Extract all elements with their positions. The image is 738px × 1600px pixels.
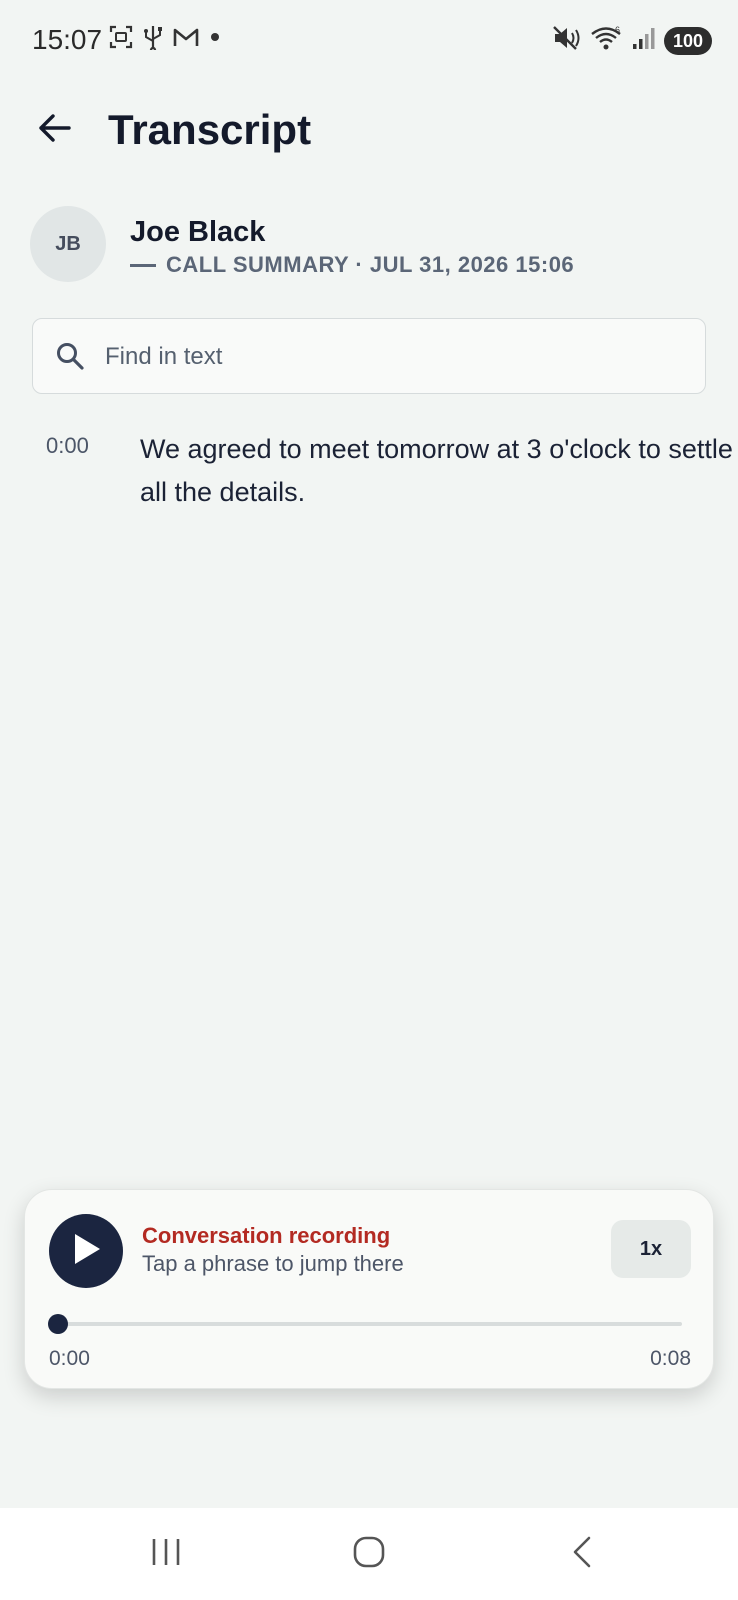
player-subtitle: Tap a phrase to jump there — [142, 1251, 404, 1276]
recent-apps-button[interactable] — [136, 1530, 196, 1578]
audio-player-card: Conversation recording Tap a phrase to j… — [24, 1189, 714, 1389]
back-icon — [570, 1535, 594, 1574]
player-title: Conversation recording — [142, 1223, 391, 1248]
contact-name: Joe Black — [130, 216, 266, 248]
signal-icon — [632, 25, 656, 56]
page-title: Transcript — [108, 106, 312, 153]
wifi-icon: 6 — [590, 24, 624, 57]
progress-thumb[interactable] — [48, 1314, 68, 1334]
battery-indicator: 100 — [663, 26, 712, 55]
app-bar: Transcript — [0, 92, 738, 172]
status-bar: 15:07 6 100 — [0, 0, 738, 80]
contact-header: JB Joe Black CALL SUMMARY · JUL 31, 2026… — [30, 206, 720, 286]
mute-icon — [552, 25, 582, 56]
line-timestamp[interactable]: 0:00 — [46, 433, 89, 459]
status-left-icons — [108, 24, 222, 55]
progress-slider[interactable] — [48, 1314, 682, 1334]
dot-icon — [208, 30, 222, 49]
recent-apps-icon — [149, 1537, 183, 1572]
total-time: 0:08 — [650, 1347, 691, 1370]
home-button[interactable] — [339, 1530, 399, 1578]
status-time: 15:07 — [32, 24, 103, 55]
svg-text:6: 6 — [615, 25, 620, 35]
search-box[interactable] — [32, 318, 706, 394]
dash-icon — [130, 263, 156, 267]
usb-icon — [142, 24, 164, 55]
arrow-left-icon — [36, 112, 72, 149]
back-button[interactable] — [28, 104, 80, 156]
search-input[interactable] — [103, 333, 687, 381]
playback-speed-button[interactable]: 1x — [611, 1220, 691, 1278]
avatar-initials: JB — [55, 232, 81, 255]
call-meta-text: CALL SUMMARY · JUL 31, 2026 15:06 — [166, 252, 575, 277]
speed-label: 1x — [639, 1237, 663, 1260]
status-right-icons: 6 100 — [552, 24, 712, 57]
home-icon — [352, 1535, 386, 1574]
line-text[interactable]: We agreed to meet tomorrow at 3 o'clock … — [140, 428, 738, 514]
call-meta: CALL SUMMARY · JUL 31, 2026 15:06 — [130, 252, 574, 278]
avatar: JB — [30, 206, 106, 282]
current-time: 0:00 — [49, 1347, 90, 1370]
screenshot-icon — [108, 24, 134, 55]
nav-back-button[interactable] — [552, 1530, 612, 1578]
play-button[interactable] — [49, 1214, 123, 1288]
play-icon — [70, 1231, 102, 1272]
search-icon — [55, 341, 85, 371]
system-nav-bar — [0, 1508, 738, 1600]
gmail-icon — [172, 25, 200, 54]
